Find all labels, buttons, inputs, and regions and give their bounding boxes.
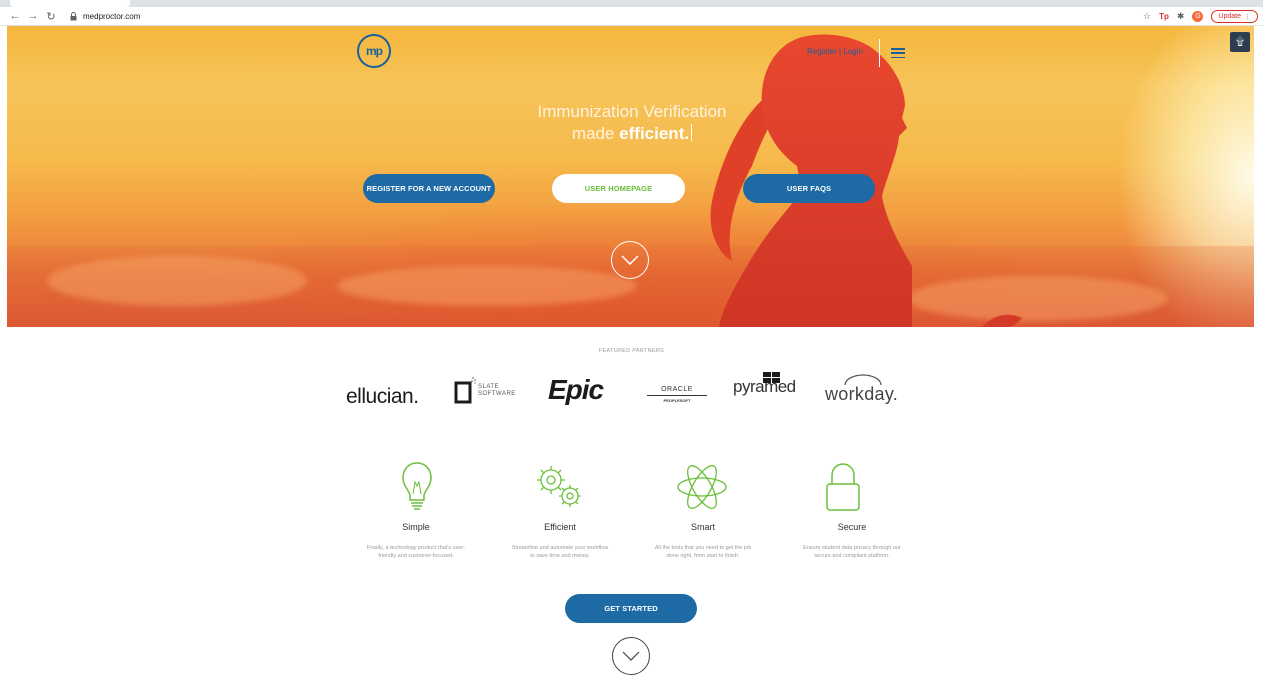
- hero-headline-emphasis: efficient.: [619, 124, 690, 143]
- typing-cursor: [691, 124, 693, 141]
- lightbulb-icon: [402, 462, 432, 510]
- feature-desc-line: Finally, a technology product that's use…: [366, 545, 466, 551]
- profile-avatar[interactable]: G: [1192, 11, 1204, 22]
- user-homepage-button[interactable]: USER HOMEPAGE: [552, 174, 685, 203]
- register-login-link[interactable]: Register | Login: [807, 47, 863, 56]
- reload-icon[interactable]: ↻: [44, 9, 58, 23]
- scroll-down-button[interactable]: [612, 637, 650, 675]
- address-bar[interactable]: medproctor.com: [83, 12, 140, 21]
- feature-title-efficient: Efficient: [544, 522, 576, 532]
- extensions-puzzle-icon[interactable]: ✱: [1177, 11, 1185, 22]
- feature-desc-line: Ensure student data privacy through our: [803, 545, 901, 551]
- update-label: Update: [1218, 13, 1241, 20]
- back-arrow-icon[interactable]: ←: [8, 9, 22, 23]
- partner-logo-oracle-peoplesoft: ORACLE PEOPLESOFT: [647, 386, 707, 403]
- forward-arrow-icon[interactable]: →: [26, 9, 40, 23]
- padlock-icon: [826, 463, 860, 511]
- extension-tp-icon[interactable]: Tp: [1159, 12, 1169, 21]
- atom-icon: [677, 465, 727, 509]
- hero-headline-line1: Immunization Verification: [537, 102, 727, 121]
- oracle-line2: PEOPLESOFT: [663, 398, 691, 403]
- feature-title-secure: Secure: [837, 522, 867, 532]
- chevron-down-icon: [621, 255, 639, 265]
- feature-desc-line: All the tools that you need to get the j…: [654, 545, 752, 551]
- user-faqs-button[interactable]: USER FAQS: [743, 174, 875, 203]
- hero-headline: Immunization Verification made efficient…: [427, 101, 837, 145]
- slate-line2: SOFTWARE: [478, 391, 516, 397]
- gears-icon: [537, 466, 581, 507]
- get-started-button[interactable]: GET STARTED: [565, 594, 697, 623]
- pyramed-wordmark: pyramed: [733, 377, 796, 396]
- browser-tab[interactable]: [10, 0, 130, 7]
- feature-desc-smart: All the tools that you need to get the j…: [629, 544, 777, 560]
- feature-desc-secure: Ensure student data privacy through our …: [778, 544, 926, 560]
- feature-desc-line: done right, from start to finish.: [666, 553, 740, 559]
- header-divider: [879, 39, 880, 67]
- feature-desc-line: to save time and money.: [530, 553, 590, 559]
- hero-headline-line2: made efficient.: [427, 123, 837, 145]
- feature-desc-line: friendly and customer-focused.: [378, 553, 454, 559]
- workday-wordmark: workday.: [825, 384, 899, 404]
- partner-logo-slate: SLATE SOFTWARE: [454, 376, 516, 406]
- partner-logo-ellucian: ellucian.: [346, 385, 419, 408]
- slate-mark-icon: [454, 377, 476, 404]
- feature-desc-line: secure and compliant platform.: [814, 553, 890, 559]
- hero-headline-prefix: made: [571, 124, 620, 143]
- hero-section: mp Register | Login ۩ Immunization Verif…: [7, 26, 1254, 327]
- browser-toolbar: ← → ↻ medproctor.com ☆ Tp ✱ G Update ⋮: [0, 7, 1263, 26]
- partner-logo-epic: Epic: [548, 374, 604, 405]
- hero-scroll-down-button[interactable]: [611, 241, 649, 279]
- kebab-menu-icon: ⋮: [1244, 13, 1251, 21]
- feature-desc-simple: Finally, a technology product that's use…: [342, 544, 490, 560]
- lock-icon[interactable]: [70, 11, 79, 21]
- hamburger-menu-icon[interactable]: [891, 48, 905, 58]
- bookmark-star-icon[interactable]: ☆: [1143, 11, 1151, 22]
- browser-tab-strip: [0, 0, 1263, 7]
- featured-partners-label: FEATURED PARTNERS: [598, 348, 665, 354]
- feature-desc-line: Streamline and automate your workflow: [511, 545, 609, 551]
- feature-title-simple: Simple: [402, 522, 430, 532]
- chevron-down-icon: [622, 651, 640, 661]
- medproctor-logo[interactable]: mp: [357, 34, 391, 68]
- register-new-account-button[interactable]: REGISTER FOR A NEW ACCOUNT: [363, 174, 495, 203]
- slate-line1: SLATE: [478, 384, 500, 390]
- oracle-rule: [647, 395, 707, 396]
- feature-title-smart: Smart: [690, 522, 715, 532]
- feature-desc-efficient: Streamline and automate your workflow to…: [486, 544, 634, 560]
- update-button[interactable]: Update ⋮: [1211, 10, 1258, 23]
- partner-logo-pyramed: pyramed: [733, 372, 813, 402]
- partner-logo-workday: workday.: [825, 374, 905, 406]
- oracle-line1: ORACLE: [661, 386, 693, 393]
- hubspot-chat-icon[interactable]: ۩: [1230, 32, 1250, 52]
